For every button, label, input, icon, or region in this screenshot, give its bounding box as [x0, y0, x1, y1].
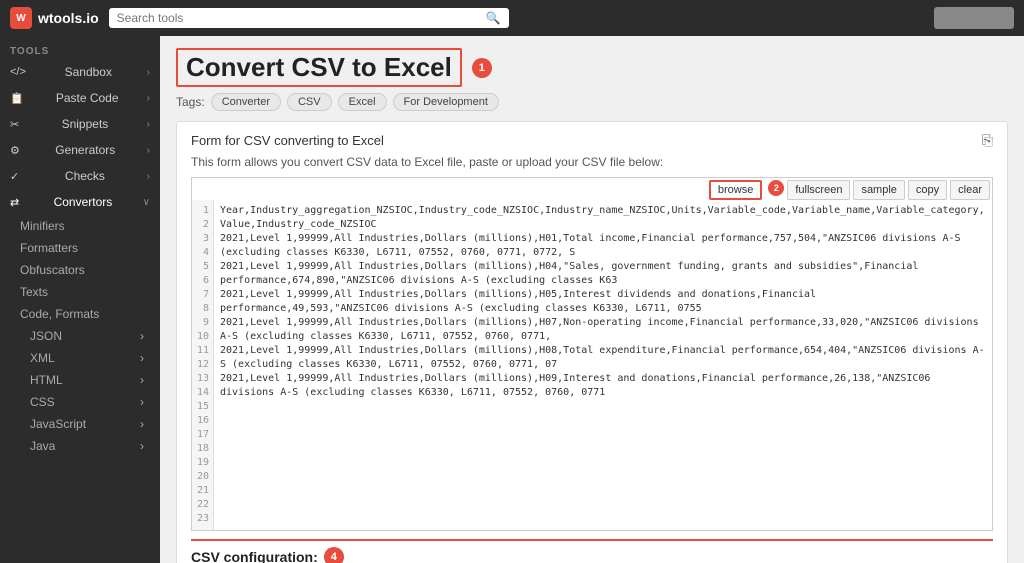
chevron-down-icon: ∨	[143, 197, 150, 208]
line-numbers: 1234567891011121314151617181920212223	[192, 200, 214, 530]
logo-text: wtools.io	[38, 10, 99, 26]
sidebar-item-label: Generators	[55, 143, 115, 157]
generators-icon: ⚙	[10, 144, 20, 157]
textarea-actions: browse 2 fullscreen sample copy clear	[709, 180, 990, 200]
fullscreen-button[interactable]: fullscreen	[787, 180, 850, 200]
page-title: Convert CSV to Excel	[176, 48, 462, 87]
config-section-header: CSV configuration: 4	[191, 539, 993, 563]
sidebar-item-label: Snippets	[62, 117, 109, 131]
paste-icon: 📋	[10, 92, 24, 105]
browse-badge: 2	[768, 180, 784, 196]
sidebar-item-javascript[interactable]: JavaScript ›	[0, 413, 160, 435]
tag-for-development[interactable]: For Development	[393, 93, 499, 111]
sidebar-item-minifiers[interactable]: Minifiers	[0, 215, 160, 237]
content-area: Convert CSV to Excel 1 Tags: Converter C…	[160, 36, 1024, 563]
sidebar-item-css[interactable]: CSS ›	[0, 391, 160, 413]
sidebar-item-xml[interactable]: XML ›	[0, 347, 160, 369]
sidebar-item-java[interactable]: Java ›	[0, 435, 160, 457]
copy-button[interactable]: copy	[908, 180, 947, 200]
page-title-row: Convert CSV to Excel 1	[176, 48, 1008, 87]
tag-converter[interactable]: Converter	[211, 93, 281, 111]
sidebar-item-formatters[interactable]: Formatters	[0, 237, 160, 259]
sidebar-item-label: Checks	[65, 169, 105, 183]
topbar-right-area	[934, 7, 1014, 29]
sidebar-item-label: Convertors	[54, 195, 113, 209]
sample-button[interactable]: sample	[853, 180, 904, 200]
search-bar[interactable]: 🔍	[109, 8, 509, 28]
sidebar-item-checks[interactable]: ✓ Checks ›	[0, 163, 160, 189]
sidebar-item-sandbox[interactable]: </> Sandbox ›	[0, 59, 160, 85]
search-icon: 🔍	[486, 11, 501, 25]
title-badge: 1	[472, 58, 492, 78]
snippets-icon: ✂	[10, 118, 19, 131]
logo-icon: W	[10, 7, 32, 29]
chevron-right-icon: ›	[147, 67, 150, 78]
checks-icon: ✓	[10, 170, 19, 183]
chevron-right-icon: ›	[147, 145, 150, 156]
main-card: Form for CSV converting to Excel ⎘ This …	[176, 121, 1008, 563]
sidebar-item-snippets[interactable]: ✂ Snippets ›	[0, 111, 160, 137]
sidebar-item-json[interactable]: JSON ›	[0, 325, 160, 347]
sidebar-item-paste-code[interactable]: 📋 Paste Code ›	[0, 85, 160, 111]
sidebar-item-label: Paste Code	[56, 91, 119, 105]
sidebar-item-html[interactable]: HTML ›	[0, 369, 160, 391]
logo: W wtools.io	[10, 7, 99, 29]
tags-label: Tags:	[176, 95, 205, 109]
clear-button[interactable]: clear	[950, 180, 990, 200]
sandbox-icon: </>	[10, 66, 26, 78]
sidebar-item-texts[interactable]: Texts	[0, 281, 160, 303]
config-badge: 4	[324, 547, 344, 563]
main-layout: TOOLS </> Sandbox › 📋 Paste Code › ✂ Sni…	[0, 36, 1024, 563]
card-desc: This form allows you convert CSV data to…	[191, 155, 993, 169]
sidebar-item-code-formats[interactable]: Code, Formats	[0, 303, 160, 325]
sidebar-item-convertors[interactable]: ⇄ Convertors ∨	[0, 189, 160, 215]
sidebar-item-obfuscators[interactable]: Obfuscators	[0, 259, 160, 281]
sidebar-item-generators[interactable]: ⚙ Generators ›	[0, 137, 160, 163]
card-title-row: Form for CSV converting to Excel ⎘	[191, 132, 993, 149]
sidebar-section-tools: TOOLS	[0, 40, 160, 59]
sidebar: TOOLS </> Sandbox › 📋 Paste Code › ✂ Sni…	[0, 36, 160, 563]
chevron-right-icon: ›	[147, 171, 150, 182]
browse-button[interactable]: browse	[709, 180, 762, 200]
sidebar-item-label: Sandbox	[65, 65, 112, 79]
tag-csv[interactable]: CSV	[287, 93, 332, 111]
search-input[interactable]	[117, 11, 480, 25]
tags-row: Tags: Converter CSV Excel For Developmen…	[176, 93, 1008, 111]
csv-textarea[interactable]	[214, 200, 992, 400]
tag-excel[interactable]: Excel	[338, 93, 387, 111]
config-section-label: CSV configuration:	[191, 549, 318, 563]
csv-input-wrapper: browse 2 fullscreen sample copy clear 12…	[191, 177, 993, 531]
topbar: W wtools.io 🔍	[0, 0, 1024, 36]
convertors-icon: ⇄	[10, 196, 19, 209]
card-title-text: Form for CSV converting to Excel	[191, 133, 384, 148]
chevron-right-icon: ›	[147, 93, 150, 104]
share-icon[interactable]: ⎘	[982, 132, 993, 149]
chevron-right-icon: ›	[147, 119, 150, 130]
